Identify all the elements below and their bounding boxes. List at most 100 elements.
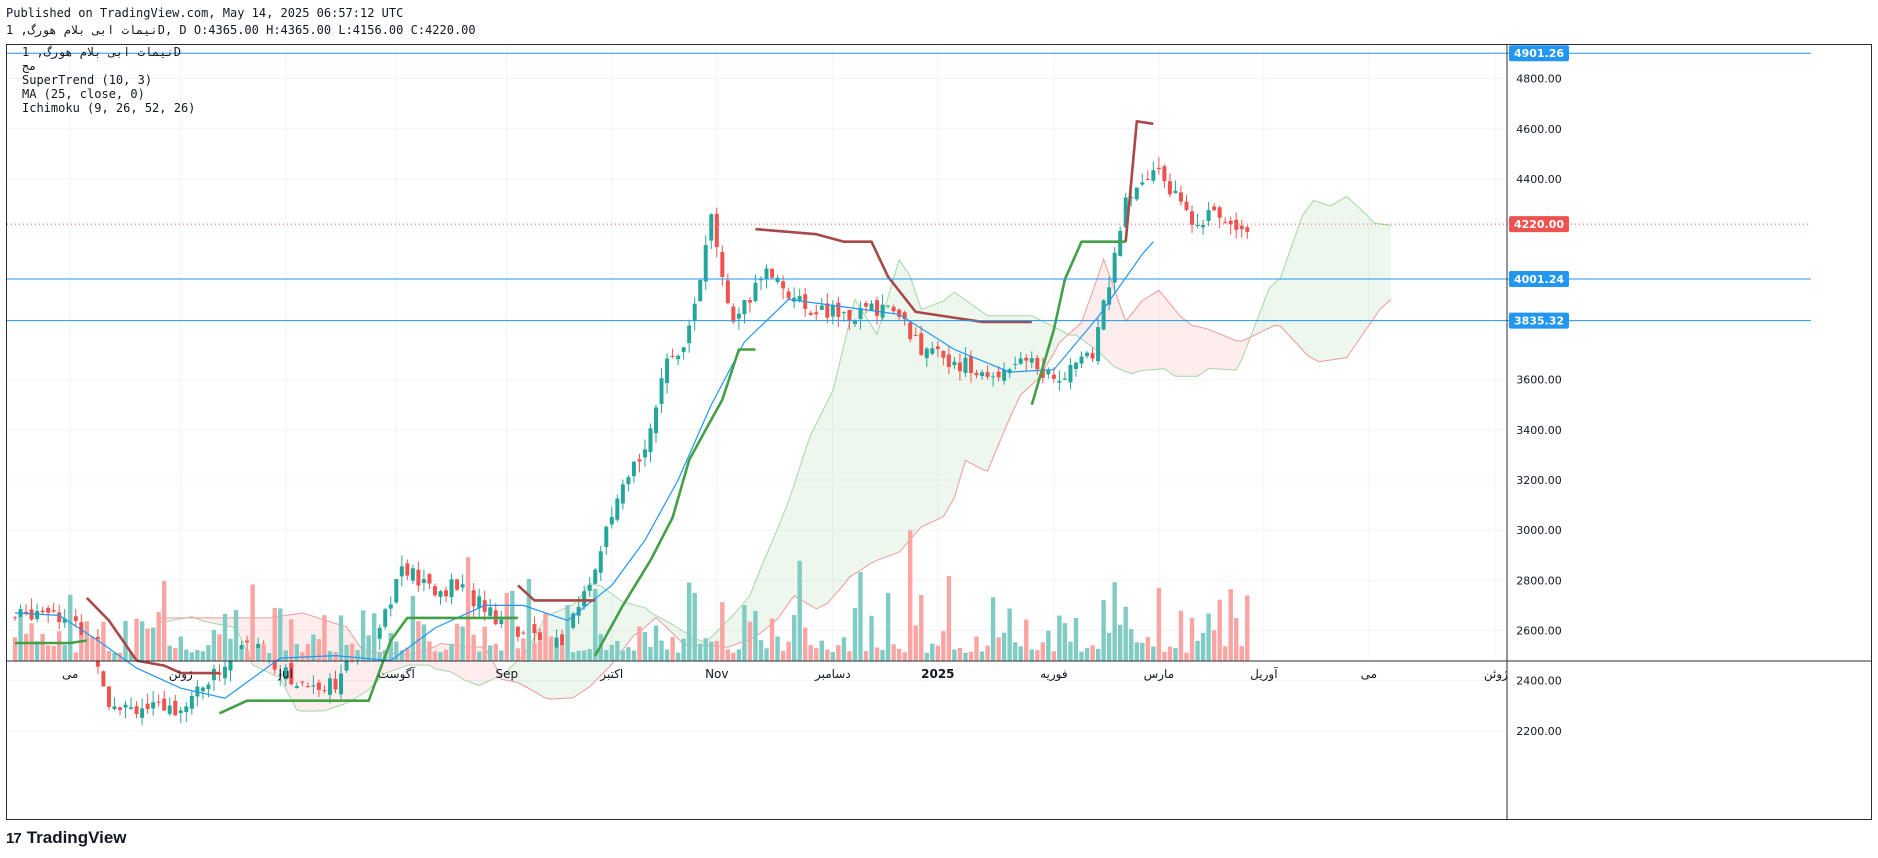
volume-bar — [570, 652, 576, 661]
ichimoku-cloud-segment — [1308, 200, 1314, 359]
ichimoku-cloud-segment — [1324, 204, 1331, 361]
candle-body — [1212, 206, 1217, 211]
candle-body — [913, 335, 918, 337]
candle-body — [709, 214, 714, 241]
volume-bar — [1029, 649, 1034, 661]
volume-bar — [1018, 646, 1023, 661]
volume-bar — [775, 636, 780, 661]
candle-body — [311, 685, 316, 687]
volume-bar — [410, 595, 416, 661]
candle-body — [720, 252, 725, 277]
candle-body — [1073, 362, 1078, 369]
volume-bar — [23, 633, 29, 661]
volume-bar — [465, 557, 471, 661]
ichimoku-cloud-segment — [1153, 290, 1159, 370]
volume-bar — [73, 652, 78, 661]
volume-bar — [797, 560, 802, 661]
ichimoku-cloud-segment — [954, 292, 960, 498]
ichimoku-cloud-segment — [1208, 329, 1215, 369]
candle-body — [515, 626, 520, 637]
volume-bar — [228, 638, 233, 661]
volume-bar — [670, 637, 675, 661]
candle-body — [399, 566, 404, 577]
candle-body — [156, 701, 161, 703]
candle-body — [35, 611, 40, 620]
volume-bar — [57, 631, 62, 661]
volume-bar — [791, 615, 797, 661]
chart-frame[interactable]: 4901.26 4001.24 3835.32 4220.00 4800.00 4600.… — [6, 44, 1872, 820]
volume-bar — [869, 615, 874, 661]
candle-body — [427, 574, 432, 584]
x-tick-label: می — [1361, 667, 1377, 681]
legend-supertrend[interactable]: SuperTrend (10, 3) — [22, 73, 152, 87]
candle-body — [211, 668, 216, 681]
candle-body — [1068, 364, 1073, 383]
x-tick-label: فوریه — [1040, 667, 1068, 682]
ichimoku-cloud-segment — [1142, 297, 1148, 371]
legend-ma[interactable]: MA (25, close, 0) — [22, 87, 145, 101]
volume-bar — [12, 637, 18, 661]
candle-body — [322, 690, 327, 692]
ichimoku-cloud-segment — [871, 325, 877, 563]
volume-bar — [758, 640, 764, 661]
candle-body — [383, 609, 388, 627]
ichimoku-cloud-segment — [1219, 333, 1226, 370]
candle-body — [747, 300, 752, 303]
ichimoku-cloud-segment — [1363, 211, 1369, 334]
ichimoku-cloud-segment — [882, 297, 889, 559]
ichimoku-cloud-segment — [772, 528, 778, 624]
ichimoku-cloud-segment — [976, 307, 982, 470]
candle-body — [316, 682, 321, 691]
volume-bar — [731, 652, 736, 661]
candle-body — [140, 708, 145, 718]
volume-bar — [1090, 645, 1095, 661]
candle-body — [1118, 230, 1123, 256]
candle-body — [1035, 357, 1040, 370]
volume-bar — [874, 647, 880, 661]
volume-bar — [515, 648, 521, 661]
volume-bar — [45, 645, 51, 661]
candle-body — [1151, 170, 1156, 181]
ichimoku-cloud-segment — [1385, 224, 1391, 305]
ichimoku-cloud-segment — [1374, 223, 1380, 318]
candle-body — [1206, 210, 1211, 221]
candle-body — [521, 632, 526, 634]
legend-ichimoku[interactable]: Ichimoku (9, 26, 52, 26) — [22, 101, 195, 115]
ichimoku-cloud-segment — [1319, 202, 1325, 362]
ichimoku-cloud-segment — [993, 315, 999, 458]
ichimoku-cloud-segment — [766, 541, 773, 629]
volume-bar — [946, 576, 952, 661]
candle-body — [1057, 380, 1062, 383]
volume-bar — [1024, 619, 1029, 661]
candle-body — [637, 459, 642, 462]
volume-bar — [526, 578, 532, 661]
volume-bar — [648, 647, 653, 661]
volume-bar — [454, 623, 460, 661]
ichimoku-cloud-segment — [805, 434, 811, 606]
volume-bar — [675, 652, 681, 661]
ichimoku-cloud-segment — [899, 259, 905, 553]
volume-bar — [631, 650, 637, 661]
volume-bar — [808, 645, 813, 661]
y-tick-label: 3200.00 — [1516, 474, 1562, 487]
volume-bar — [178, 636, 183, 661]
candle-body — [626, 477, 631, 485]
candle-body — [968, 356, 973, 373]
volume-bar — [753, 610, 758, 661]
candle-body — [593, 569, 598, 584]
ichimoku-cloud-segment — [1379, 223, 1386, 310]
volume-bar — [576, 650, 581, 661]
candle-body — [1234, 219, 1239, 230]
volume-bar — [803, 627, 808, 661]
tradingview-logo[interactable]: 17 TradingView — [6, 828, 127, 848]
volume-bar — [1234, 617, 1239, 661]
price-chart[interactable]: 4901.26 4001.24 3835.32 4220.00 4800.00 4600.… — [7, 45, 1871, 819]
x-tick-label: ژوئن — [169, 667, 193, 682]
candle-body — [841, 312, 846, 314]
y-tick-label: 3600.00 — [1516, 374, 1562, 387]
volume-bar — [819, 640, 824, 661]
candle-body — [416, 569, 421, 586]
ichimoku-cloud-segment — [1302, 207, 1309, 356]
ichimoku-cloud-segment — [600, 585, 607, 676]
candle-body — [1156, 167, 1161, 170]
